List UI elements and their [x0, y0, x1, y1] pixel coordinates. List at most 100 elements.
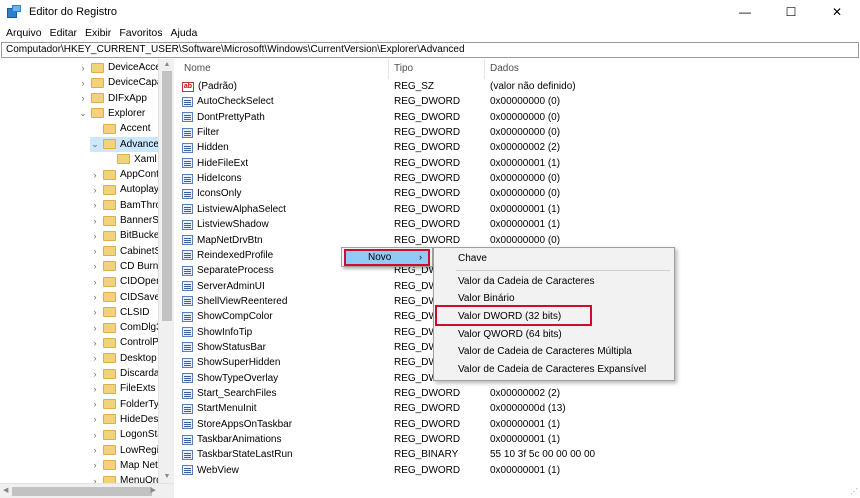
scroll-left-arrow-icon[interactable]: ◀: [3, 484, 8, 498]
submenu-item-chave[interactable]: Chave: [434, 250, 674, 267]
tree-vertical-scrollbar[interactable]: ▲ ▼: [158, 59, 174, 483]
column-header-name[interactable]: Nome: [178, 59, 388, 79]
menu-exibir[interactable]: Exibir: [85, 27, 111, 39]
tree-item[interactable]: › Discardab: [90, 366, 166, 381]
collapsed-arrow-icon[interactable]: ›: [90, 231, 100, 241]
collapsed-arrow-icon[interactable]: ›: [78, 93, 88, 103]
collapsed-arrow-icon[interactable]: ›: [90, 170, 100, 180]
menu-ajuda[interactable]: Ajuda: [171, 27, 198, 39]
tree-item[interactable]: › ControlPa: [90, 335, 165, 350]
scroll-down-arrow-icon[interactable]: ▼: [159, 471, 175, 483]
collapsed-arrow-icon[interactable]: ›: [90, 292, 100, 302]
value-row[interactable]: TaskbarStateLastRun REG_BINARY 55 10 3f 5c…: [178, 447, 860, 462]
collapsed-arrow-icon[interactable]: ›: [90, 384, 100, 394]
value-row[interactable]: Start_SearchFiles REG_DWORD 0x00000002 (2): [178, 386, 860, 401]
value-row[interactable]: IconsOnly REG_DWORD 0x00000000 (0): [178, 186, 860, 201]
value-row[interactable]: WebView REG_DWORD 0x00000001 (1): [178, 463, 860, 478]
tree-item[interactable]: ⌄ Explorer: [78, 106, 145, 121]
value-row[interactable]: DontPrettyPath REG_DWORD 0x00000000 (0): [178, 110, 860, 125]
value-row[interactable]: HideFileExt REG_DWORD 0x00000001 (1): [178, 156, 860, 171]
collapsed-arrow-icon[interactable]: ›: [90, 460, 100, 470]
tree-item[interactable]: › DIFxApp: [78, 91, 147, 106]
folder-icon: [103, 429, 116, 440]
tree-item[interactable]: › FolderTyp: [90, 397, 165, 412]
scroll-right-arrow-icon[interactable]: ▶: [151, 484, 156, 498]
tree-item[interactable]: › CIDOpen: [90, 274, 162, 289]
collapsed-arrow-icon[interactable]: ›: [90, 476, 100, 483]
tree-item[interactable]: › DeviceCapab: [78, 75, 169, 90]
value-row[interactable]: AutoCheckSelect REG_DWORD 0x00000000 (0): [178, 94, 860, 109]
value-row[interactable]: ListviewAlphaSelect REG_DWORD 0x00000001 (…: [178, 202, 860, 217]
tree-item[interactable]: › CIDSave: [90, 290, 161, 305]
collapsed-arrow-icon[interactable]: ›: [90, 277, 100, 287]
tree-item[interactable]: › CLSID: [90, 305, 150, 320]
context-menu-novo[interactable]: Novo ›: [344, 249, 430, 266]
tree-item[interactable]: › BannerSto: [90, 213, 168, 228]
tree-item[interactable]: › LogonStat: [90, 427, 166, 442]
minimize-button[interactable]: —: [722, 0, 768, 24]
tree-item[interactable]: › Desktop: [90, 351, 157, 366]
collapsed-arrow-icon[interactable]: ›: [90, 399, 100, 409]
tree-item[interactable]: ⌄ Advanced: [90, 136, 165, 152]
tree-item[interactable]: › AppContr: [90, 167, 163, 182]
tree-item[interactable]: › FileExts: [90, 381, 156, 396]
expanded-arrow-icon[interactable]: ⌄: [78, 108, 88, 119]
scroll-up-arrow-icon[interactable]: ▲: [159, 59, 175, 71]
collapsed-arrow-icon[interactable]: ›: [78, 63, 88, 73]
collapsed-arrow-icon[interactable]: ›: [90, 353, 100, 363]
tree-item[interactable]: Xaml: [104, 152, 157, 167]
expanded-arrow-icon[interactable]: ⌄: [90, 139, 100, 150]
tree-item[interactable]: Accent: [90, 121, 151, 136]
collapsed-arrow-icon[interactable]: ›: [90, 307, 100, 317]
collapsed-arrow-icon[interactable]: ›: [90, 261, 100, 271]
value-row[interactable]: TaskbarAnimations REG_DWORD 0x00000001 (1): [178, 432, 860, 447]
value-row[interactable]: ab (Padrão) REG_SZ (valor não definido): [178, 79, 860, 94]
collapsed-arrow-icon[interactable]: ›: [90, 185, 100, 195]
submenu-item-multi-string-value[interactable]: Valor de Cadeia de Caracteres Múltipla: [434, 343, 674, 360]
menu-editar[interactable]: Editar: [50, 27, 77, 39]
tree-item[interactable]: › BitBucket: [90, 228, 163, 243]
tree-item[interactable]: › Map Netw: [90, 458, 166, 473]
tree-item[interactable]: › LowRegist: [90, 443, 167, 458]
value-row[interactable]: MapNetDrvBtn REG_DWORD 0x00000000 (0): [178, 233, 860, 248]
value-row[interactable]: StoreAppsOnTaskbar REG_DWORD 0x00000001 (1…: [178, 417, 860, 432]
value-row[interactable]: HideIcons REG_DWORD 0x00000000 (0): [178, 171, 860, 186]
tree-item[interactable]: › HideDeskt: [90, 412, 167, 427]
collapsed-arrow-icon[interactable]: ›: [90, 216, 100, 226]
value-row[interactable]: Hidden REG_DWORD 0x00000002 (2): [178, 140, 860, 155]
column-header-type[interactable]: Tipo: [388, 59, 484, 79]
collapsed-arrow-icon[interactable]: ›: [90, 246, 100, 256]
collapsed-arrow-icon[interactable]: ›: [90, 200, 100, 210]
dword-value-icon: [182, 388, 193, 399]
tree-item[interactable]: › CabinetSt: [90, 244, 164, 259]
value-row[interactable]: ListviewShadow REG_DWORD 0x00000001 (1): [178, 217, 860, 232]
submenu-item-qword-value[interactable]: Valor QWORD (64 bits): [434, 326, 674, 343]
tree-item[interactable]: › ComDlg32: [90, 320, 168, 335]
column-header-data[interactable]: Dados: [484, 59, 684, 79]
menu-favoritos[interactable]: Favoritos: [119, 27, 162, 39]
value-row[interactable]: Filter REG_DWORD 0x00000000 (0): [178, 125, 860, 140]
collapsed-arrow-icon[interactable]: ›: [90, 369, 100, 379]
submenu-item-string-value[interactable]: Valor da Cadeia de Caracteres: [434, 273, 674, 290]
tree-item[interactable]: › DeviceAccess: [78, 60, 171, 75]
tree-horizontal-scrollbar[interactable]: ◀ ▶: [0, 483, 174, 498]
submenu-item-expandable-string-value[interactable]: Valor de Cadeia de Caracteres Expansível: [434, 361, 674, 378]
hscroll-thumb[interactable]: [12, 487, 152, 496]
collapsed-arrow-icon[interactable]: ›: [78, 78, 88, 88]
value-row[interactable]: StartMenuInit REG_DWORD 0x0000000d (13): [178, 401, 860, 416]
tree-item[interactable]: › MenuOrde: [90, 473, 167, 483]
maximize-button[interactable]: ☐: [768, 0, 814, 24]
tree-item[interactable]: › AutoplayH: [90, 182, 167, 197]
scroll-thumb[interactable]: [162, 71, 172, 321]
collapsed-arrow-icon[interactable]: ›: [90, 445, 100, 455]
resize-grip-icon[interactable]: ⋰: [850, 487, 858, 496]
tree-item[interactable]: › BamThrot: [90, 198, 164, 213]
collapsed-arrow-icon[interactable]: ›: [90, 323, 100, 333]
close-button[interactable]: ✕: [814, 0, 860, 24]
tree-item[interactable]: › CD Burnin: [90, 259, 167, 274]
collapsed-arrow-icon[interactable]: ›: [90, 338, 100, 348]
address-bar[interactable]: Computador\HKEY_CURRENT_USER\Software\Mi…: [1, 42, 859, 58]
collapsed-arrow-icon[interactable]: ›: [90, 414, 100, 424]
collapsed-arrow-icon[interactable]: ›: [90, 430, 100, 440]
menu-arquivo[interactable]: Arquivo: [6, 27, 42, 39]
